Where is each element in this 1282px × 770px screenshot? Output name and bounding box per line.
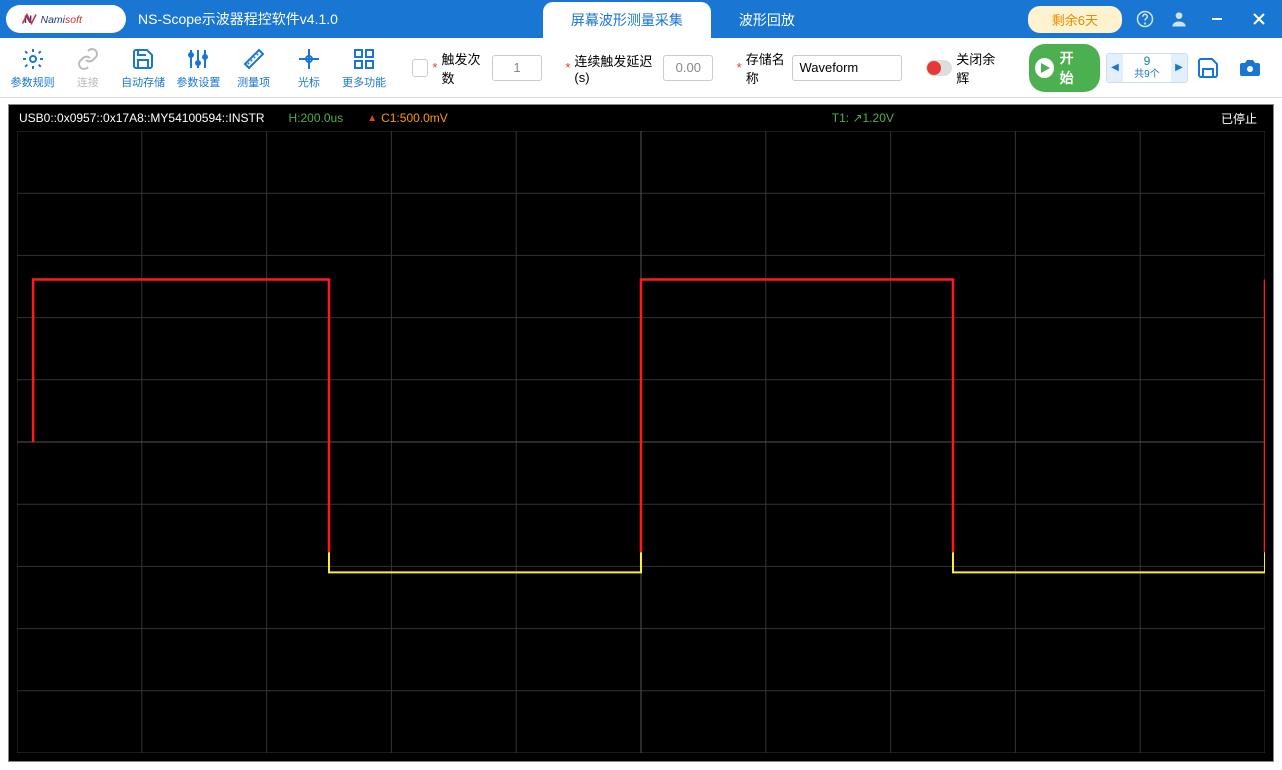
- app-title: NS-Scope示波器程控软件v4.1.0: [138, 9, 338, 29]
- close-button[interactable]: [1244, 4, 1274, 34]
- save-icon: [131, 46, 155, 72]
- trigger-readout: T1: ↗1.20V: [832, 111, 894, 125]
- measure-button[interactable]: 测量项: [229, 42, 278, 94]
- params-rule-button[interactable]: 参数规则: [8, 42, 57, 94]
- save-file-button[interactable]: [1194, 54, 1222, 82]
- delay-input[interactable]: [663, 55, 713, 81]
- start-button[interactable]: 开始: [1029, 44, 1100, 92]
- ruler-icon: [242, 46, 266, 72]
- run-status: 已停止: [1221, 110, 1263, 127]
- pager: ◀ 9共9个 ▶: [1106, 53, 1188, 83]
- pager-next-button[interactable]: ▶: [1171, 54, 1187, 82]
- trial-badge[interactable]: 剩余6天: [1028, 6, 1122, 33]
- trigger-count-input[interactable]: [492, 55, 542, 81]
- required-marker: *: [737, 60, 742, 75]
- crosshair-icon: [297, 46, 321, 72]
- trigger-count-checkbox[interactable]: [412, 59, 428, 77]
- waveform-plot: [17, 131, 1265, 753]
- trigger-count-label: 触发次数: [441, 49, 487, 87]
- timebase-readout: H:200.0us: [288, 111, 343, 125]
- param-settings-button[interactable]: 参数设置: [174, 42, 223, 94]
- more-button[interactable]: 更多功能: [340, 42, 389, 94]
- required-marker: *: [432, 60, 437, 75]
- delay-label: 连续触发延迟(s): [574, 51, 659, 85]
- gear-icon: [21, 46, 45, 72]
- afterglow-toggle[interactable]: [926, 60, 952, 76]
- storage-name-input[interactable]: [792, 55, 902, 81]
- user-icon[interactable]: [1168, 8, 1190, 30]
- help-icon[interactable]: [1134, 8, 1156, 30]
- screenshot-button[interactable]: [1236, 54, 1264, 82]
- connect-button[interactable]: 连接: [63, 42, 112, 94]
- storage-label: 存储名称: [746, 49, 789, 87]
- pager-display: 9共9个: [1123, 53, 1171, 81]
- required-marker: *: [565, 60, 570, 75]
- tab-capture[interactable]: 屏幕波形测量采集: [543, 2, 711, 38]
- pager-prev-button[interactable]: ◀: [1107, 54, 1123, 82]
- minimize-button[interactable]: [1202, 4, 1232, 34]
- auto-save-button[interactable]: 自动存储: [119, 42, 168, 94]
- oscilloscope-display[interactable]: USB0::0x0957::0x17A8::MY54100594::INSTR …: [8, 104, 1274, 762]
- tab-playback[interactable]: 波形回放: [711, 2, 823, 38]
- grid-icon: [352, 46, 376, 72]
- channel-readout: C1:500.0mV: [367, 111, 448, 125]
- sliders-icon: [186, 46, 210, 72]
- afterglow-label: 关闭余辉: [956, 49, 1005, 87]
- device-address: USB0::0x0957::0x17A8::MY54100594::INSTR: [19, 111, 264, 125]
- play-icon: [1035, 58, 1054, 78]
- svg-text:Namisoft: Namisoft: [41, 14, 84, 26]
- cursor-button[interactable]: 光标: [284, 42, 333, 94]
- app-logo: NNamisoft: [6, 5, 126, 33]
- link-icon: [76, 46, 100, 72]
